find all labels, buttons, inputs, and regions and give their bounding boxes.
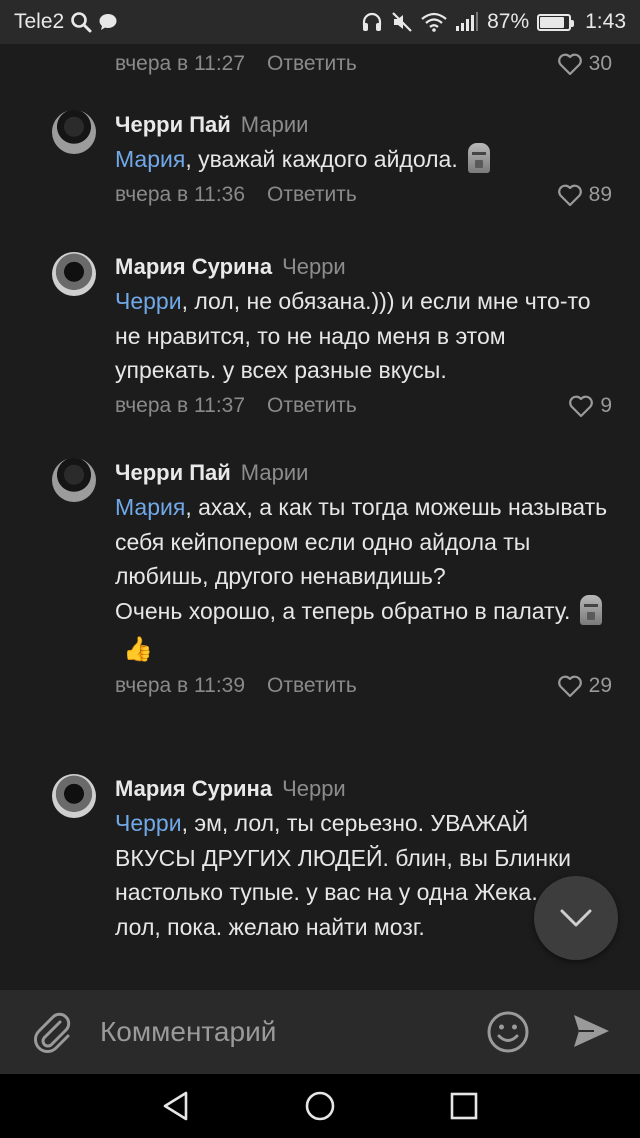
heart-icon bbox=[557, 184, 582, 206]
reply-to-label: Черри bbox=[282, 254, 346, 279]
attach-button[interactable] bbox=[30, 1010, 74, 1059]
headphones-icon bbox=[361, 11, 383, 33]
paperclip-icon bbox=[34, 1012, 71, 1053]
carrier-label: Tele2 bbox=[14, 10, 65, 33]
avatar[interactable] bbox=[52, 252, 96, 296]
reply-to-label: Марии bbox=[240, 460, 309, 485]
back-triangle-icon bbox=[163, 1091, 188, 1121]
send-button[interactable] bbox=[570, 1010, 612, 1057]
mute-icon bbox=[391, 11, 413, 33]
comment-meta: вчера в 11:39 Ответить 29 bbox=[115, 672, 612, 700]
smiley-icon bbox=[487, 1011, 529, 1053]
avatar[interactable] bbox=[52, 110, 96, 154]
chevron-down-icon bbox=[560, 909, 592, 927]
mention-link[interactable]: Черри bbox=[115, 810, 182, 836]
send-icon bbox=[574, 1015, 609, 1047]
signal-icon bbox=[455, 12, 479, 32]
home-button[interactable] bbox=[304, 1090, 336, 1127]
comment-time: вчера в 11:27 bbox=[115, 52, 246, 75]
comment-input[interactable] bbox=[100, 1008, 470, 1056]
battery-percent: 87% bbox=[487, 10, 530, 33]
like-count: 30 bbox=[588, 52, 612, 75]
comment-time: вчера в 11:39 bbox=[115, 673, 246, 697]
comment-time: вчера в 11:37 bbox=[115, 393, 246, 417]
comment-meta: вчера в 11:36 Ответить 89 bbox=[115, 181, 612, 209]
emoji-button[interactable] bbox=[486, 1010, 530, 1059]
navigation-bar bbox=[0, 1074, 640, 1138]
wifi-icon bbox=[421, 12, 447, 32]
mention-link[interactable]: Мария bbox=[115, 494, 185, 520]
reply-button[interactable]: Ответить bbox=[267, 181, 357, 209]
recents-square-icon bbox=[450, 1092, 478, 1120]
heart-icon bbox=[569, 395, 594, 417]
comment-text: Мария, уважай каждого айдола. bbox=[115, 142, 612, 177]
home-circle-icon bbox=[305, 1091, 335, 1121]
moai-emoji bbox=[467, 143, 490, 173]
heart-icon bbox=[557, 675, 582, 697]
avatar[interactable] bbox=[52, 774, 96, 818]
like-count: 29 bbox=[588, 673, 612, 697]
heart-icon bbox=[557, 53, 582, 76]
comment-text: Черри, лол, не обязана.))) и если мне чт… bbox=[115, 288, 591, 383]
comment-author[interactable]: Мария Сурина bbox=[115, 776, 272, 801]
comment-author[interactable]: Черри Пай bbox=[115, 460, 231, 485]
battery-icon bbox=[537, 13, 575, 31]
thumbs-up-emoji: 👍 bbox=[123, 636, 153, 663]
scroll-down-button[interactable] bbox=[534, 876, 618, 960]
comments-feed[interactable]: вчера в 11:27 Ответить 30 Черри Пай Марии… bbox=[0, 44, 640, 990]
comment-composer bbox=[0, 990, 640, 1074]
search-icon bbox=[70, 11, 92, 33]
comment-text: Мария, ахах, а как ты тогда можешь назыв… bbox=[115, 490, 612, 668]
recents-button[interactable] bbox=[448, 1090, 480, 1127]
comment-author[interactable]: Черри Пай bbox=[115, 112, 231, 137]
reply-to-label: Черри bbox=[282, 776, 346, 801]
back-button[interactable] bbox=[160, 1090, 192, 1127]
like-count: 9 bbox=[600, 393, 612, 417]
comment-meta: вчера в 11:27 Ответить 30 bbox=[115, 50, 612, 78]
moai-emoji bbox=[580, 594, 603, 625]
like-button[interactable]: 89 bbox=[557, 181, 612, 209]
reply-button[interactable]: Ответить bbox=[267, 392, 357, 420]
reply-to-label: Марии bbox=[240, 112, 309, 137]
status-bar: Tele2 87% 1:43 bbox=[0, 0, 640, 44]
like-button[interactable]: 30 bbox=[557, 50, 612, 78]
like-button[interactable]: 29 bbox=[557, 672, 612, 700]
comment-meta: вчера в 11:37 Ответить 9 bbox=[115, 392, 612, 420]
mention-link[interactable]: Мария bbox=[115, 146, 185, 172]
chat-bubble-icon bbox=[98, 13, 118, 31]
reply-button[interactable]: Ответить bbox=[267, 50, 357, 78]
avatar[interactable] bbox=[52, 458, 96, 502]
like-button[interactable]: 9 bbox=[568, 392, 612, 420]
comment-time: вчера в 11:36 bbox=[115, 182, 246, 206]
mention-link[interactable]: Черри bbox=[115, 288, 182, 314]
comment-author[interactable]: Мария Сурина bbox=[115, 254, 272, 279]
reply-button[interactable]: Ответить bbox=[267, 672, 357, 700]
clock: 1:43 bbox=[585, 10, 626, 33]
like-count: 89 bbox=[588, 182, 612, 206]
